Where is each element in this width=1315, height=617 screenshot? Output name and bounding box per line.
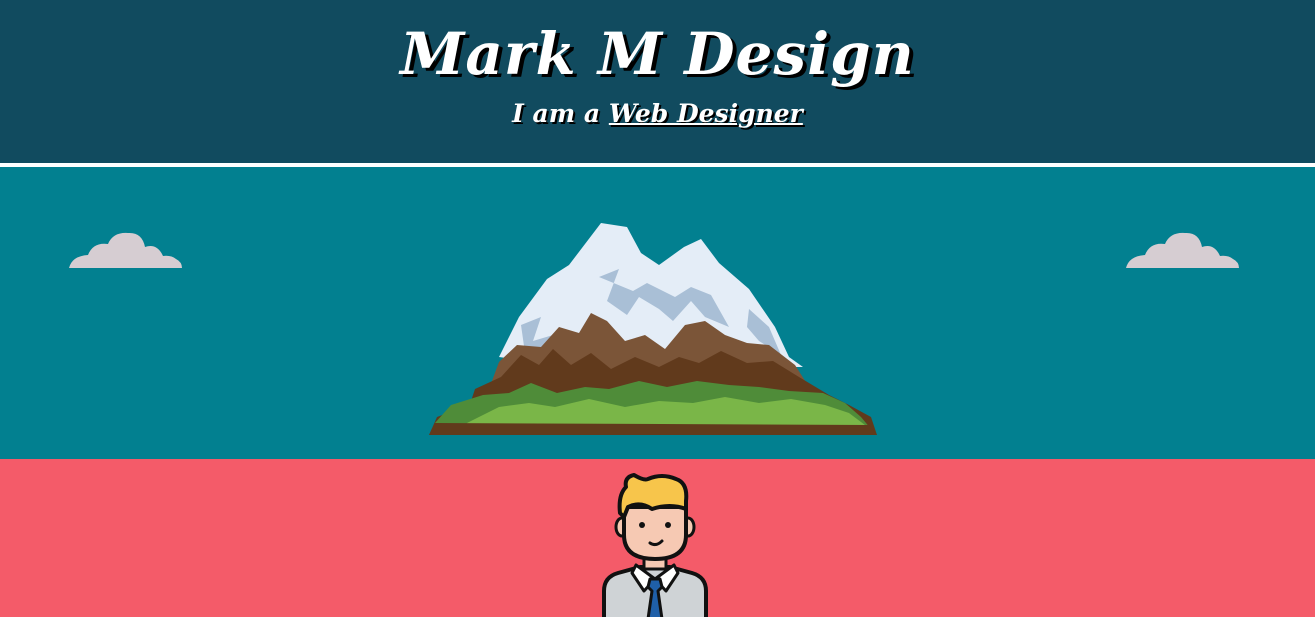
cloud-icon bbox=[69, 232, 182, 268]
businessman-avatar-illustration bbox=[602, 473, 708, 617]
hero-sky-section bbox=[0, 167, 1315, 459]
web-designer-link[interactable]: Web Designer bbox=[609, 99, 803, 128]
tagline: I am a Web Designer bbox=[0, 94, 1315, 134]
cloud-icon bbox=[1126, 232, 1239, 268]
page: Mark M Design I am a Web Designer bbox=[0, 0, 1315, 617]
site-header: Mark M Design I am a Web Designer bbox=[0, 0, 1315, 163]
about-section bbox=[0, 459, 1315, 617]
mountain-island-illustration bbox=[429, 223, 877, 435]
tagline-prefix: I am a bbox=[512, 99, 609, 128]
site-title: Mark M Design bbox=[400, 20, 915, 88]
